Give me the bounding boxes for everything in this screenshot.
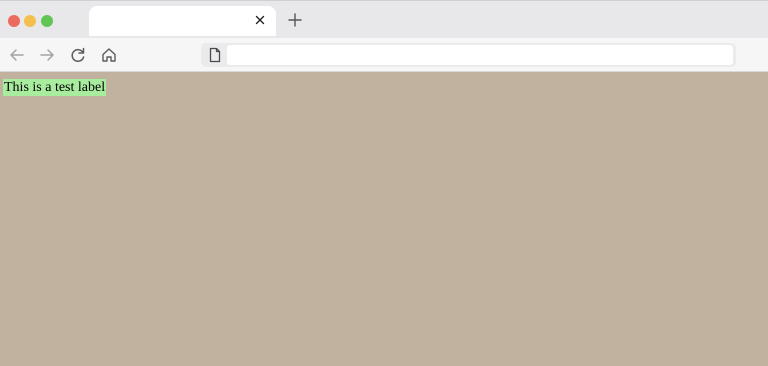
browser-toolbar <box>0 38 768 72</box>
home-button[interactable] <box>98 44 120 66</box>
reload-icon <box>71 47 85 62</box>
close-window-button[interactable] <box>8 15 20 27</box>
home-icon <box>102 48 116 62</box>
close-icon[interactable] <box>250 10 270 30</box>
browser-tab[interactable] <box>89 6 276 36</box>
forward-button[interactable] <box>36 44 58 66</box>
address-bar[interactable] <box>201 43 736 67</box>
new-tab-button[interactable] <box>284 9 306 31</box>
reload-button[interactable] <box>67 44 89 66</box>
page-content: This is a test label <box>0 72 768 366</box>
url-input[interactable] <box>227 45 733 65</box>
page-icon <box>207 46 223 64</box>
back-button[interactable] <box>6 44 28 66</box>
browser-titlebar <box>0 0 768 38</box>
arrow-right-icon <box>40 49 54 61</box>
minimize-window-button[interactable] <box>24 15 36 27</box>
plus-icon <box>288 13 302 27</box>
test-label: This is a test label <box>3 79 107 96</box>
arrow-left-icon <box>10 49 24 61</box>
maximize-window-button[interactable] <box>41 15 53 27</box>
